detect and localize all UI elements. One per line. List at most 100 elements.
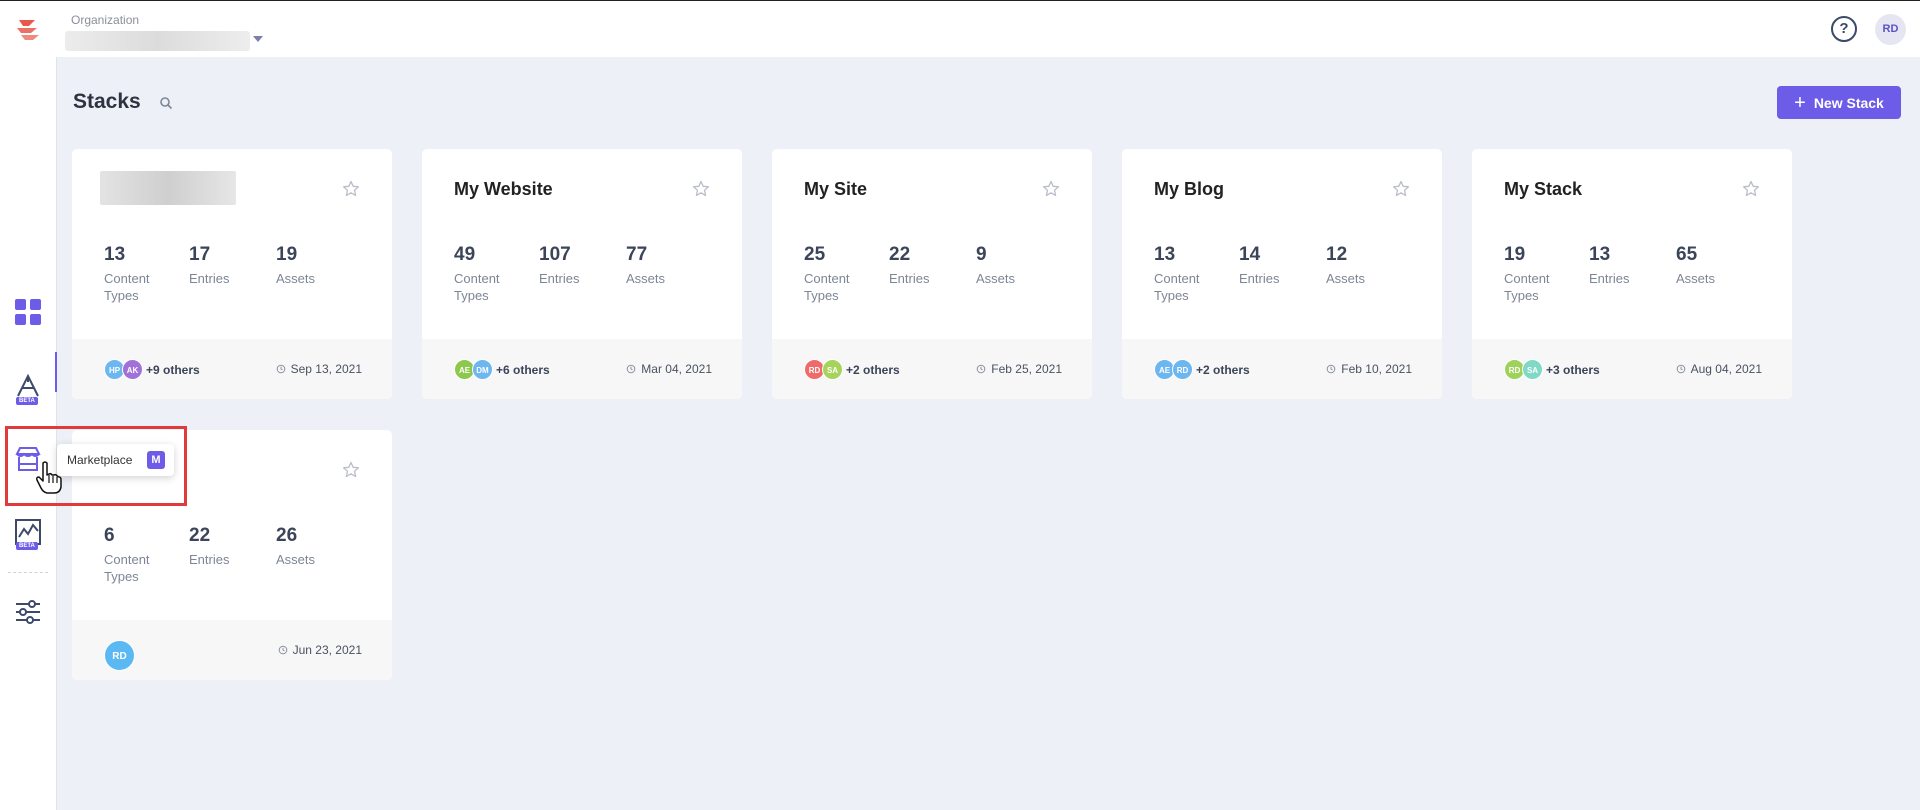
stat-value: 77 xyxy=(626,244,648,265)
date-text: Feb 10, 2021 xyxy=(1341,362,1412,376)
marketplace-tooltip: Marketplace M xyxy=(57,444,174,476)
stat-label: Assets xyxy=(976,271,1016,286)
stat-label: Assets xyxy=(626,271,666,286)
clock-icon xyxy=(1326,364,1336,374)
star-icon[interactable] xyxy=(1042,180,1060,198)
member-avatar[interactable]: RD xyxy=(104,640,135,671)
stat-value: 22 xyxy=(889,244,911,265)
org-label: Organization xyxy=(71,13,140,27)
last-modified: Feb 10, 2021 xyxy=(1326,362,1412,376)
stat-label: Content Types xyxy=(804,271,850,303)
stack-card[interactable]: My Site 25 Content Types 22 Entries 9 As… xyxy=(772,149,1092,399)
card-footer: RD SA +3 others Aug 04, 2021 xyxy=(1472,339,1792,399)
stack-title[interactable]: My Site xyxy=(804,179,867,200)
stat-content-types: 13 Content Types xyxy=(1154,244,1234,304)
stat-assets: 77 Assets xyxy=(626,244,706,287)
stat-content-types: 25 Content Types xyxy=(804,244,884,304)
analytics-icon[interactable]: BETA xyxy=(13,517,43,550)
top-header: Organization ? RD xyxy=(0,0,1920,57)
member-avatars: RD SA +3 others xyxy=(1504,359,1600,380)
others-count[interactable]: +2 others xyxy=(1196,363,1250,377)
stat-value: 65 xyxy=(1676,244,1698,265)
others-count[interactable]: +6 others xyxy=(496,363,550,377)
sliders-icon[interactable] xyxy=(13,597,43,627)
org-select[interactable] xyxy=(65,31,250,51)
stat-entries: 22 Entries xyxy=(889,244,969,287)
stack-title[interactable]: My Blog xyxy=(1154,179,1224,200)
stat-entries: 17 Entries xyxy=(189,244,269,287)
others-count[interactable]: +2 others xyxy=(846,363,900,377)
contentstack-logo-icon[interactable] xyxy=(13,16,43,42)
stat-label: Content Types xyxy=(1504,271,1550,303)
stack-title-redacted[interactable] xyxy=(100,171,236,205)
member-avatar[interactable]: SA xyxy=(822,359,843,380)
member-avatar[interactable]: AK xyxy=(122,359,143,380)
help-icon[interactable]: ? xyxy=(1831,16,1857,42)
stat-content-types: 49 Content Types xyxy=(454,244,534,304)
date-text: Feb 25, 2021 xyxy=(991,362,1062,376)
stat-assets: 19 Assets xyxy=(276,244,356,287)
stat-value: 19 xyxy=(276,244,298,265)
star-icon[interactable] xyxy=(342,180,360,198)
stack-card[interactable]: 13 Content Types 17 Entries 19 Assets HP… xyxy=(72,149,392,399)
stat-assets: 12 Assets xyxy=(1326,244,1406,287)
last-modified: Aug 04, 2021 xyxy=(1676,362,1762,376)
stat-label: Assets xyxy=(1676,271,1716,286)
stat-assets: 65 Assets xyxy=(1676,244,1756,287)
sidebar: BETA BETA xyxy=(0,57,57,810)
stat-value: 22 xyxy=(189,525,211,546)
stat-value: 14 xyxy=(1239,244,1261,265)
star-icon[interactable] xyxy=(1742,180,1760,198)
date-text: Aug 04, 2021 xyxy=(1690,362,1762,376)
date-text: Sep 13, 2021 xyxy=(290,362,362,376)
stat-content-types: 19 Content Types xyxy=(1504,244,1584,304)
others-count[interactable]: +3 others xyxy=(1546,363,1600,377)
beta-badge: BETA xyxy=(16,542,38,550)
stack-card[interactable]: My Stack 19 Content Types 13 Entries 65 … xyxy=(1472,149,1792,399)
member-avatars: AE RD +2 others xyxy=(1154,359,1250,380)
star-icon[interactable] xyxy=(692,180,710,198)
member-avatar[interactable]: SA xyxy=(1522,359,1543,380)
stat-value: 17 xyxy=(189,244,211,265)
active-indicator xyxy=(55,352,57,392)
stat-value: 13 xyxy=(104,244,126,265)
stat-label: Content Types xyxy=(1154,271,1200,303)
stack-card[interactable]: My Blog 13 Content Types 14 Entries 12 A… xyxy=(1122,149,1442,399)
star-icon[interactable] xyxy=(342,461,360,479)
beta-badge: BETA xyxy=(16,397,38,405)
member-avatars: RD xyxy=(104,640,135,671)
search-icon[interactable] xyxy=(159,96,173,110)
stat-value: 6 xyxy=(104,525,115,546)
stack-title[interactable]: My Stack xyxy=(1504,179,1582,200)
stat-label: Entries xyxy=(189,271,230,286)
clock-icon xyxy=(976,364,986,374)
stat-label: Entries xyxy=(1589,271,1630,286)
stat-value: 49 xyxy=(454,244,476,265)
shortcut-key-badge: M xyxy=(147,451,165,469)
member-avatars: HP AK +9 others xyxy=(104,359,200,380)
chevron-down-icon[interactable] xyxy=(253,36,263,42)
member-avatar[interactable]: RD xyxy=(1172,359,1193,380)
stat-value: 13 xyxy=(1589,244,1611,265)
stat-content-types: 13 Content Types xyxy=(104,244,184,304)
stat-label: Content Types xyxy=(104,552,150,584)
star-icon[interactable] xyxy=(1392,180,1410,198)
stack-title[interactable]: My Website xyxy=(454,179,553,200)
others-count[interactable]: +9 others xyxy=(146,363,200,377)
stack-card[interactable]: My Website 49 Content Types 107 Entries … xyxy=(422,149,742,399)
new-stack-button[interactable]: + New Stack xyxy=(1777,86,1901,119)
grid-icon[interactable] xyxy=(13,297,43,327)
last-modified: Jun 23, 2021 xyxy=(278,643,362,657)
user-avatar[interactable]: RD xyxy=(1875,14,1906,45)
card-footer: RD SA +2 others Feb 25, 2021 xyxy=(772,339,1092,399)
card-footer: AE RD +2 others Feb 10, 2021 xyxy=(1122,339,1442,399)
stat-entries: 14 Entries xyxy=(1239,244,1319,287)
automate-icon[interactable]: BETA xyxy=(13,372,43,405)
card-footer: HP AK +9 others Sep 13, 2021 xyxy=(72,339,392,399)
hand-cursor-icon xyxy=(36,461,62,494)
stat-label: Entries xyxy=(189,552,230,567)
stat-value: 13 xyxy=(1154,244,1176,265)
stat-label: Assets xyxy=(276,552,316,567)
member-avatar[interactable]: DM xyxy=(472,359,493,380)
stat-label: Content Types xyxy=(454,271,500,303)
